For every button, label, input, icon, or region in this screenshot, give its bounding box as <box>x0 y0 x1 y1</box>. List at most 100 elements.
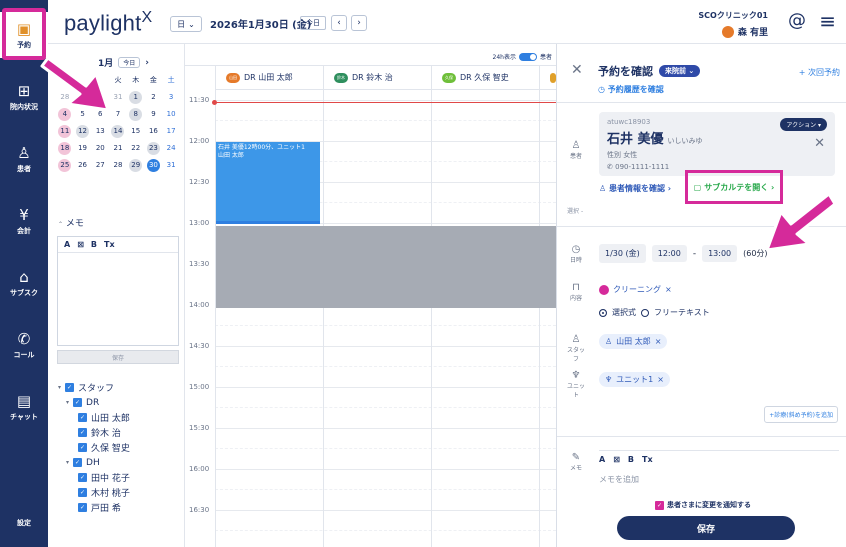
bold-tool[interactable]: B <box>91 240 97 249</box>
checkbox[interactable]: ✓ <box>73 458 83 467</box>
staff-member[interactable]: ✓ 山田 太郎 <box>58 410 182 425</box>
calendar-day[interactable]: 19 <box>74 142 92 155</box>
column-header-staff[interactable]: 鈴木 DR 鈴木 治 <box>323 66 431 90</box>
close-icon[interactable]: ✕ <box>814 136 825 151</box>
24h-toggle[interactable]: 24h表示 患者 <box>493 52 552 61</box>
memo-section-title[interactable]: ⌃ メモ <box>58 216 84 229</box>
nav-item-billing[interactable]: ¥ 会計 <box>0 198 48 244</box>
calendar-day[interactable]: 13 <box>91 125 109 138</box>
calendar-day[interactable]: 30 <box>146 159 160 172</box>
nav-item-subscription[interactable]: ⌂ サブスク <box>0 260 48 306</box>
status-badge[interactable]: 来院前 ⌄ <box>659 65 701 77</box>
checkbox[interactable]: ✓ <box>78 428 87 437</box>
content-chip[interactable]: クリーニング × <box>599 282 678 298</box>
notify-checkbox[interactable]: ✓ 患者さまに変更を通知する <box>655 500 751 510</box>
staff-group-all[interactable]: ▾ ✓ スタッフ <box>58 380 182 395</box>
checkbox[interactable]: ✓ <box>78 413 87 422</box>
next-day-button[interactable]: › <box>351 15 367 31</box>
radio-selected[interactable] <box>599 308 607 317</box>
calendar-day[interactable]: 21 <box>109 142 127 155</box>
close-icon[interactable]: × <box>657 375 664 384</box>
calendar-day[interactable]: 12 <box>76 125 90 138</box>
text-color-tool[interactable]: A <box>64 240 70 249</box>
blocked-time[interactable] <box>216 226 556 308</box>
nav-item-settings[interactable]: 設定 <box>0 518 48 528</box>
calendar-day[interactable]: 8 <box>129 108 143 121</box>
calendar-day[interactable]: 29 <box>129 159 143 172</box>
calendar-day[interactable]: 27 <box>91 159 109 172</box>
calendar-day[interactable]: 3 <box>162 91 180 104</box>
user-menu[interactable]: 森 有里 <box>698 25 768 38</box>
calendar-day[interactable]: 17 <box>162 125 180 138</box>
nav-item-call[interactable]: ✆ コール <box>0 322 48 368</box>
checkbox[interactable]: ✓ <box>65 383 75 392</box>
close-icon[interactable]: × <box>655 337 662 346</box>
calendar-day[interactable]: 11 <box>58 125 72 138</box>
checkbox[interactable]: ✓ <box>73 398 83 407</box>
calendar-day[interactable]: 10 <box>162 108 180 121</box>
today-button[interactable]: 今日 <box>300 16 326 30</box>
checkbox[interactable]: ✓ <box>78 473 87 482</box>
text-color-tool[interactable]: A <box>599 455 605 464</box>
toggle-switch[interactable] <box>518 52 537 61</box>
calendar-day[interactable]: 24 <box>162 142 180 155</box>
staff-chip[interactable]: ♙ 山田 太郎 × <box>599 334 668 349</box>
appointment-block[interactable]: 石井 美優12時00分、ユニット1 山田 太郎 <box>216 142 320 224</box>
action-button[interactable]: アクション ▾ <box>780 118 827 131</box>
memo-save-button[interactable]: 保存 <box>57 350 179 364</box>
calendar-day[interactable]: 2 <box>145 91 163 104</box>
radio-free-text[interactable] <box>641 308 649 317</box>
nav-item-chat[interactable]: ▤ チャット <box>0 384 48 430</box>
staff-member[interactable]: ✓ 木村 桃子 <box>58 485 182 500</box>
prev-day-button[interactable]: ‹ <box>331 15 347 31</box>
calendar-day[interactable]: 22 <box>127 142 145 155</box>
mention-icon[interactable]: @ <box>788 10 806 31</box>
highlight-tool[interactable]: ⊠ <box>77 240 84 249</box>
column-header-staff-partial[interactable] <box>539 66 556 90</box>
calendar-day[interactable]: 18 <box>58 142 72 155</box>
staff-member[interactable]: ✓ 久保 智史 <box>58 440 182 455</box>
next-reservation-link[interactable]: + 次回予約 <box>799 67 840 78</box>
nav-item-patients[interactable]: ♙ 患者 <box>0 136 48 182</box>
staff-member[interactable]: ✓ 戸田 希 <box>58 500 182 515</box>
mini-calendar-next-button[interactable]: › <box>145 58 149 68</box>
patient-info-link[interactable]: ♙ 患者情報を確認 › <box>599 183 671 194</box>
calendar-day[interactable]: 14 <box>111 125 125 138</box>
staff-member[interactable]: ✓ 鈴木 治 <box>58 425 182 440</box>
calendar-day[interactable]: 23 <box>146 142 160 155</box>
add-treatment-button[interactable]: +診療(斜め予約)を追加 <box>764 406 838 423</box>
calendar-day[interactable]: 15 <box>127 125 145 138</box>
calendar-day[interactable]: 1 <box>129 91 143 104</box>
history-link[interactable]: ◷ 予約履歴を確認 <box>598 84 664 95</box>
hamburger-menu-icon[interactable]: ≡ <box>819 9 836 33</box>
panel-memo-editor[interactable]: A ⊠ B Tx メモを追加 <box>599 450 839 490</box>
column-header-staff[interactable]: 山田 DR 山田 太郎 <box>215 66 323 90</box>
calendar-day[interactable]: 20 <box>91 142 109 155</box>
clear-format-tool[interactable]: Tx <box>642 455 653 464</box>
end-time-field[interactable]: 13:00 <box>702 245 738 262</box>
close-icon[interactable]: ✕ <box>571 62 583 78</box>
start-time-field[interactable]: 12:00 <box>651 245 687 262</box>
calendar-day[interactable]: 26 <box>74 159 92 172</box>
staff-member[interactable]: ✓ 田中 花子 <box>58 470 182 485</box>
calendar-day[interactable]: 9 <box>145 108 163 121</box>
highlight-tool[interactable]: ⊠ <box>613 455 620 464</box>
close-icon[interactable]: × <box>665 285 672 294</box>
calendar-day[interactable]: 28 <box>109 159 127 172</box>
bold-tool[interactable]: B <box>628 455 634 464</box>
calendar-day[interactable]: 25 <box>58 159 72 172</box>
clear-format-tool[interactable]: Tx <box>104 240 115 249</box>
unit-chip[interactable]: ♆ ユニット1 × <box>599 372 670 387</box>
checkbox[interactable]: ✓ <box>655 500 664 510</box>
view-select[interactable]: 日 ⌄ <box>170 16 202 32</box>
save-button[interactable]: 保存 <box>617 516 795 540</box>
checkbox[interactable]: ✓ <box>78 488 87 497</box>
staff-group-dh[interactable]: ▾ ✓ DH <box>58 455 182 470</box>
staff-group-dr[interactable]: ▾ ✓ DR <box>58 395 182 410</box>
checkbox[interactable]: ✓ <box>78 503 87 512</box>
checkbox[interactable]: ✓ <box>78 443 87 452</box>
calendar-day[interactable]: 31 <box>162 159 180 172</box>
calendar-day[interactable]: 16 <box>145 125 163 138</box>
date-field[interactable]: 1/30 (金) <box>599 244 646 263</box>
column-header-staff[interactable]: 久保 DR 久保 智史 <box>431 66 539 90</box>
